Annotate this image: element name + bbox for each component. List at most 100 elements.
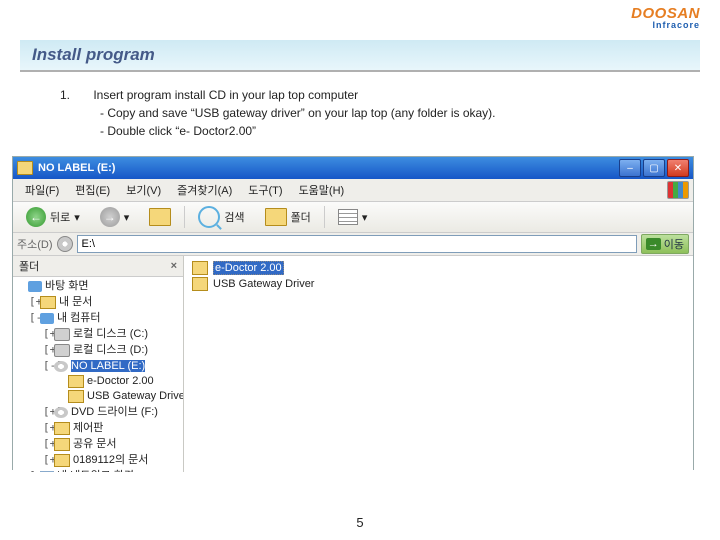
tree-node-label[interactable]: 로컬 디스크 (D:) (73, 344, 148, 356)
step-subline-a: - Copy and save “USB gateway driver” on … (100, 104, 680, 122)
menu-edit[interactable]: 편집(E) (67, 180, 118, 200)
address-label: 주소(D) (17, 236, 53, 252)
views-button[interactable]: ▾ (331, 206, 375, 228)
tree-node[interactable]: 바탕 화면 (15, 279, 181, 294)
back-button[interactable]: ← 뒤로 ▾ (19, 204, 87, 230)
tree-header: 폴더 × (13, 256, 183, 277)
tree-toggle-icon[interactable]: [+] (29, 294, 40, 309)
address-input[interactable] (77, 235, 637, 253)
tree-node[interactable]: [+] 로컬 디스크 (D:) (15, 342, 181, 358)
desktop-icon (40, 313, 54, 324)
tree-node-label[interactable]: DVD 드라이브 (F:) (71, 406, 158, 418)
tree-node-label[interactable]: 바탕 화면 (45, 280, 89, 292)
folder-tree[interactable]: 바탕 화면[+]내 문서[-]내 컴퓨터[+]로컬 디스크 (C:)[+]로컬 … (13, 277, 183, 472)
tree-node-label[interactable]: 0189112의 문서 (73, 454, 148, 466)
tree-node-label[interactable]: NO LABEL (E:) (71, 360, 145, 372)
menu-favorites[interactable]: 즐겨찾기(A) (169, 180, 240, 200)
brand-subtitle: Infracore (631, 21, 700, 30)
tree-node-label[interactable]: 내 네트워크 환경 (57, 470, 134, 472)
list-item-label[interactable]: e-Doctor 2.00 (213, 261, 284, 275)
search-button[interactable]: 검색 (191, 203, 251, 231)
slide-title-bar: Install program (20, 40, 700, 72)
tree-toggle-icon[interactable]: [-] (29, 310, 40, 325)
chevron-down-icon: ▾ (362, 211, 368, 224)
tree-toggle-icon[interactable]: [+] (43, 452, 54, 467)
separator (324, 206, 325, 228)
page-number: 5 (0, 515, 720, 530)
address-bar: 주소(D) → 이동 (13, 233, 693, 256)
chevron-down-icon: ▾ (124, 211, 130, 224)
desktop-icon (28, 281, 42, 292)
search-label: 검색 (224, 209, 244, 225)
up-folder-icon (149, 208, 171, 226)
list-item[interactable]: e-Doctor 2.00 (190, 260, 687, 276)
tree-node[interactable]: [+] 내 네트워크 환경 (15, 468, 181, 472)
forward-arrow-icon: → (100, 207, 120, 227)
folder-tree-pane: 폴더 × 바탕 화면[+]내 문서[-]내 컴퓨터[+]로컬 디스크 (C:)[… (13, 256, 184, 472)
folder-icon (40, 296, 56, 309)
step-text: Insert program install CD in your lap to… (93, 88, 358, 102)
instructions-block: 1. Insert program install CD in your lap… (60, 86, 680, 140)
windows-logo-icon (667, 181, 689, 199)
menu-help[interactable]: 도움말(H) (291, 180, 353, 200)
tree-toggle-icon[interactable]: [+] (43, 420, 54, 435)
tree-toggle-icon[interactable]: [+] (29, 468, 40, 472)
tree-node[interactable]: [-] 내 컴퓨터 (15, 310, 181, 326)
menu-file[interactable]: 파일(F) (17, 180, 67, 200)
folder-icon (54, 438, 70, 451)
folders-label: 폴더 (291, 209, 311, 225)
tree-toggle-icon[interactable]: [+] (43, 404, 54, 419)
tree-node-label[interactable]: 공유 문서 (73, 438, 117, 450)
folders-button[interactable]: 폴더 (258, 205, 318, 229)
menubar: 파일(F) 편집(E) 보기(V) 즐겨찾기(A) 도구(T) 도움말(H) (13, 179, 693, 202)
views-icon (338, 209, 358, 225)
tree-node[interactable]: [+] 제어판 (15, 420, 181, 436)
tree-node-label[interactable]: USB Gateway Driver (87, 390, 183, 402)
tree-node[interactable]: [+] 공유 문서 (15, 436, 181, 452)
forward-button[interactable]: → ▾ (93, 204, 137, 230)
cd-icon (57, 236, 73, 252)
tree-node[interactable]: [+] 내 문서 (15, 294, 181, 310)
folder-icon (54, 422, 70, 435)
window-titlebar: NO LABEL (E:) – ▢ ✕ (13, 157, 693, 179)
tree-toggle-icon[interactable]: [-] (43, 358, 54, 373)
tree-node[interactable]: [+] 로컬 디스크 (C:) (15, 326, 181, 342)
tree-node[interactable]: [+] DVD 드라이브 (F:) (15, 404, 181, 420)
tree-node[interactable]: [+] 0189112의 문서 (15, 452, 181, 468)
file-list-pane[interactable]: e-Doctor 2.00 USB Gateway Driver (184, 256, 693, 472)
folder-icon (54, 454, 70, 467)
tree-toggle-icon[interactable]: [+] (43, 326, 54, 341)
tree-node-label[interactable]: e-Doctor 2.00 (87, 375, 154, 387)
disk-icon (54, 328, 70, 341)
search-icon (198, 206, 220, 228)
separator (184, 206, 185, 228)
cd-icon (54, 407, 68, 418)
tree-node-label[interactable]: 로컬 디스크 (C:) (73, 328, 148, 340)
tree-node[interactable]: USB Gateway Driver (15, 389, 181, 404)
menu-view[interactable]: 보기(V) (118, 180, 169, 200)
tree-toggle-icon[interactable]: [+] (43, 436, 54, 451)
up-button[interactable] (142, 205, 178, 229)
tree-node[interactable]: [-] NO LABEL (E:) (15, 358, 181, 374)
back-label: 뒤로 (50, 209, 70, 225)
tree-node-label[interactable]: 내 컴퓨터 (57, 312, 101, 324)
tree-toggle-icon[interactable]: [+] (43, 342, 54, 357)
minimize-button[interactable]: – (619, 159, 641, 177)
list-item-label[interactable]: USB Gateway Driver (213, 278, 314, 290)
list-item[interactable]: USB Gateway Driver (190, 276, 687, 292)
tree-close-button[interactable]: × (171, 260, 177, 272)
folder-icon (68, 390, 84, 403)
maximize-button[interactable]: ▢ (643, 159, 665, 177)
disk-icon (54, 344, 70, 357)
tree-node-label[interactable]: 내 문서 (59, 296, 92, 308)
folder-icon (17, 161, 33, 175)
tree-node[interactable]: e-Doctor 2.00 (15, 374, 181, 389)
close-button[interactable]: ✕ (667, 159, 689, 177)
cd-icon (54, 361, 68, 372)
go-button[interactable]: → 이동 (641, 234, 689, 254)
menu-tools[interactable]: 도구(T) (240, 180, 290, 200)
slide-title: Install program (32, 45, 155, 64)
back-arrow-icon: ← (26, 207, 46, 227)
tree-node-label[interactable]: 제어판 (73, 422, 103, 434)
folder-icon (192, 277, 208, 291)
